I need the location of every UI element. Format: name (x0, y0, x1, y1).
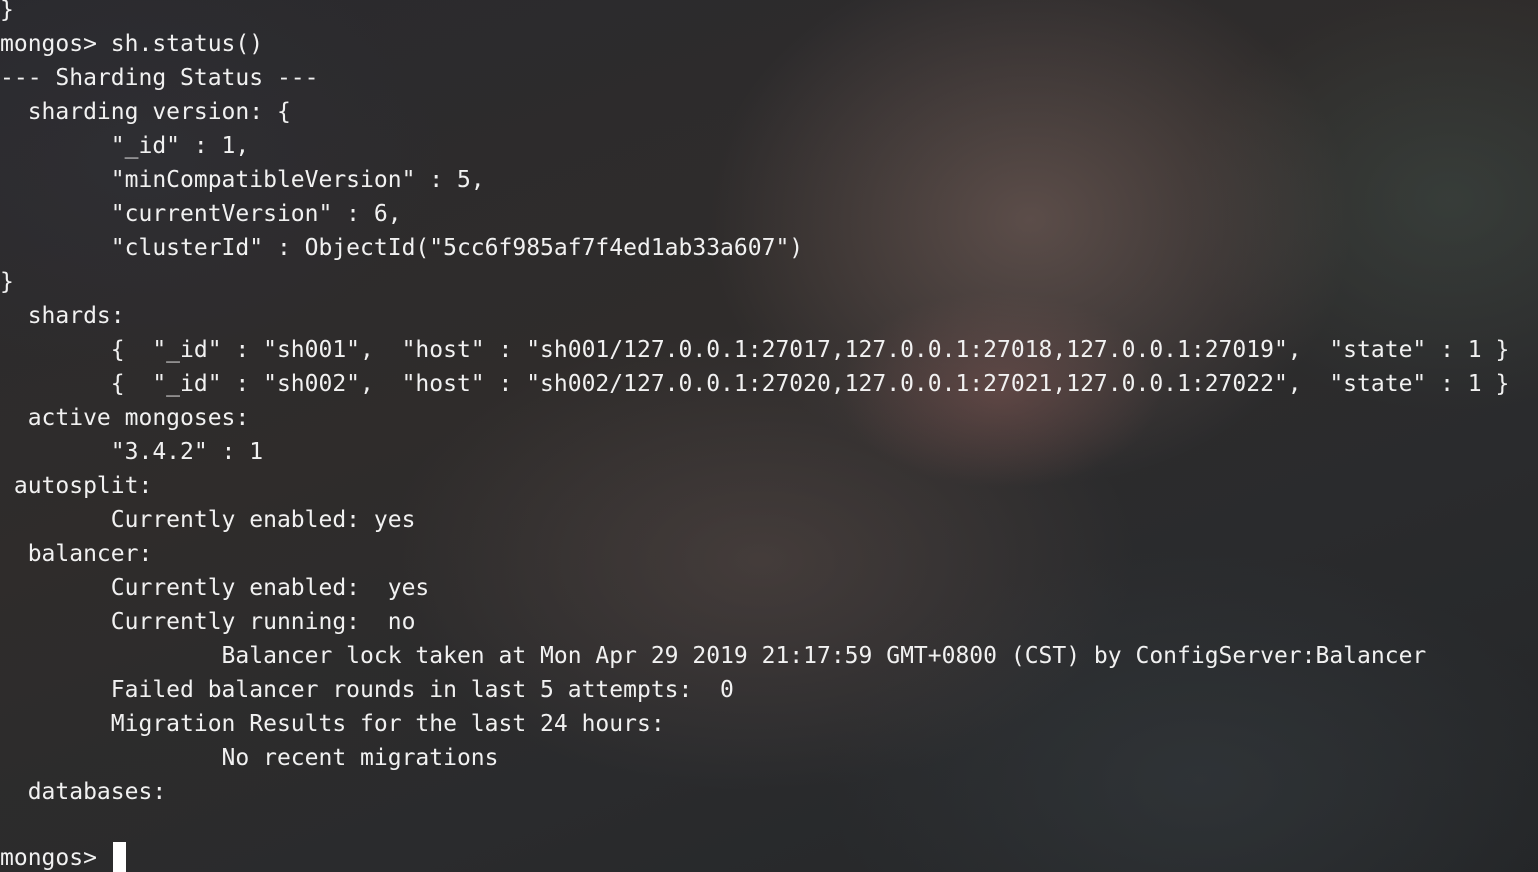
terminal-output-line: Migration Results for the last 24 hours: (0, 711, 679, 737)
terminal-output-line: autosplit: (0, 473, 153, 499)
terminal-output-line: --- Sharding Status --- (0, 65, 319, 91)
terminal-output-line: Currently enabled: yes (0, 575, 430, 601)
prompt-label: mongos> (0, 845, 111, 871)
terminal-output-line: mongos> sh.status() (0, 31, 264, 57)
terminal-output-line: No recent migrations (0, 745, 499, 771)
terminal-window[interactable]: } mongos> sh.status() --- Sharding Status … (0, 0, 1538, 872)
terminal-output-line: } (0, 269, 14, 295)
terminal-output: } mongos> sh.status() --- Sharding Status … (0, 0, 1509, 843)
terminal-output-line: Currently running: no (0, 609, 416, 635)
terminal-output-line: Balancer lock taken at Mon Apr 29 2019 2… (0, 643, 1427, 669)
terminal-output-line: "currentVersion" : 6, (0, 201, 402, 227)
command-prompt-line[interactable]: mongos> (0, 841, 126, 872)
terminal-output-line: shards: (0, 303, 125, 329)
terminal-output-line: "minCompatibleVersion" : 5, (0, 167, 485, 193)
terminal-output-line: { "_id" : "sh001", "host" : "sh001/127.0… (0, 337, 1510, 363)
terminal-output-line: { "_id" : "sh002", "host" : "sh002/127.0… (0, 371, 1510, 397)
text-cursor (112, 841, 126, 872)
terminal-output-line: sharding version: { (0, 99, 291, 125)
terminal-output-line: active mongoses: (0, 405, 250, 431)
terminal-output-line: balancer: (0, 541, 153, 567)
terminal-output-line: Failed balancer rounds in last 5 attempt… (0, 677, 734, 703)
terminal-output-line: "_id" : 1, (0, 133, 250, 159)
terminal-output-line: databases: (0, 779, 167, 805)
terminal-output-line: } (0, 0, 14, 23)
terminal-output-line: "3.4.2" : 1 (0, 439, 264, 465)
terminal-output-line: "clusterId" : ObjectId("5cc6f985af7f4ed1… (0, 235, 804, 261)
terminal-output-line: Currently enabled: yes (0, 507, 416, 533)
